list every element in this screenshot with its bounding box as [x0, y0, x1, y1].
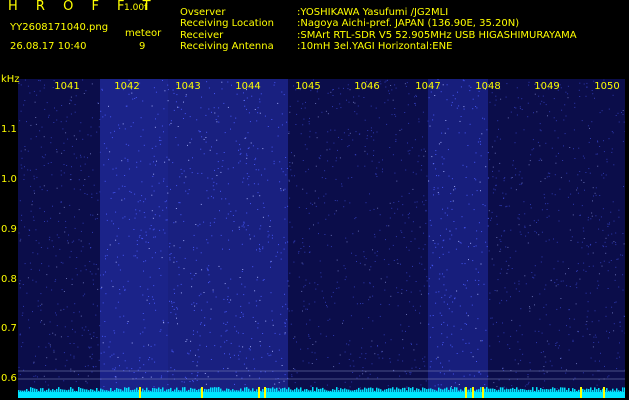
y-label: 0.6	[1, 373, 17, 384]
filename-label: YY2608171040.png	[10, 22, 109, 33]
observer-value: :YOSHIKAWA Yasufumi /JG2MLI	[297, 7, 449, 18]
observer-label: Ovserver	[180, 7, 226, 18]
freq-label: 1047	[415, 81, 441, 92]
receiver-label: Receiver	[180, 30, 224, 41]
version-label: 1.00f	[124, 3, 148, 13]
mode-label: meteor	[125, 28, 162, 39]
freq-label: 1044	[235, 81, 261, 92]
timestamp-label: 26.08.17 10:40	[10, 41, 87, 52]
freq-label: 1050	[594, 81, 620, 92]
spectrogram-canvas	[18, 79, 625, 398]
freq-label: 1042	[114, 81, 140, 92]
spectrogram	[18, 79, 625, 398]
freq-label: 1041	[54, 81, 80, 92]
freq-label: 1048	[475, 81, 501, 92]
freq-label: 1046	[354, 81, 380, 92]
y-label: 1.0	[1, 174, 17, 185]
receiver-value: :SMArt RTL-SDR V5 52.905MHz USB HIGASHIM…	[297, 30, 577, 41]
y-label: 0.7	[1, 323, 17, 334]
frequency-unit: kHz	[1, 74, 20, 85]
location-value: :Nagoya Aichi-pref. JAPAN (136.90E, 35.2…	[297, 18, 520, 29]
antenna-value: :10mH 3el.YAGI Horizontal:ENE	[297, 41, 453, 52]
y-label: 0.9	[1, 224, 17, 235]
freq-label: 1049	[534, 81, 560, 92]
y-label: 0.8	[1, 274, 17, 285]
count-label: 9	[139, 41, 146, 52]
freq-label: 1043	[175, 81, 201, 92]
freq-label: 1045	[295, 81, 321, 92]
y-label: 1.1	[1, 124, 17, 135]
antenna-label: Receiving Antenna	[180, 41, 274, 52]
location-label: Receiving Location	[180, 18, 274, 29]
